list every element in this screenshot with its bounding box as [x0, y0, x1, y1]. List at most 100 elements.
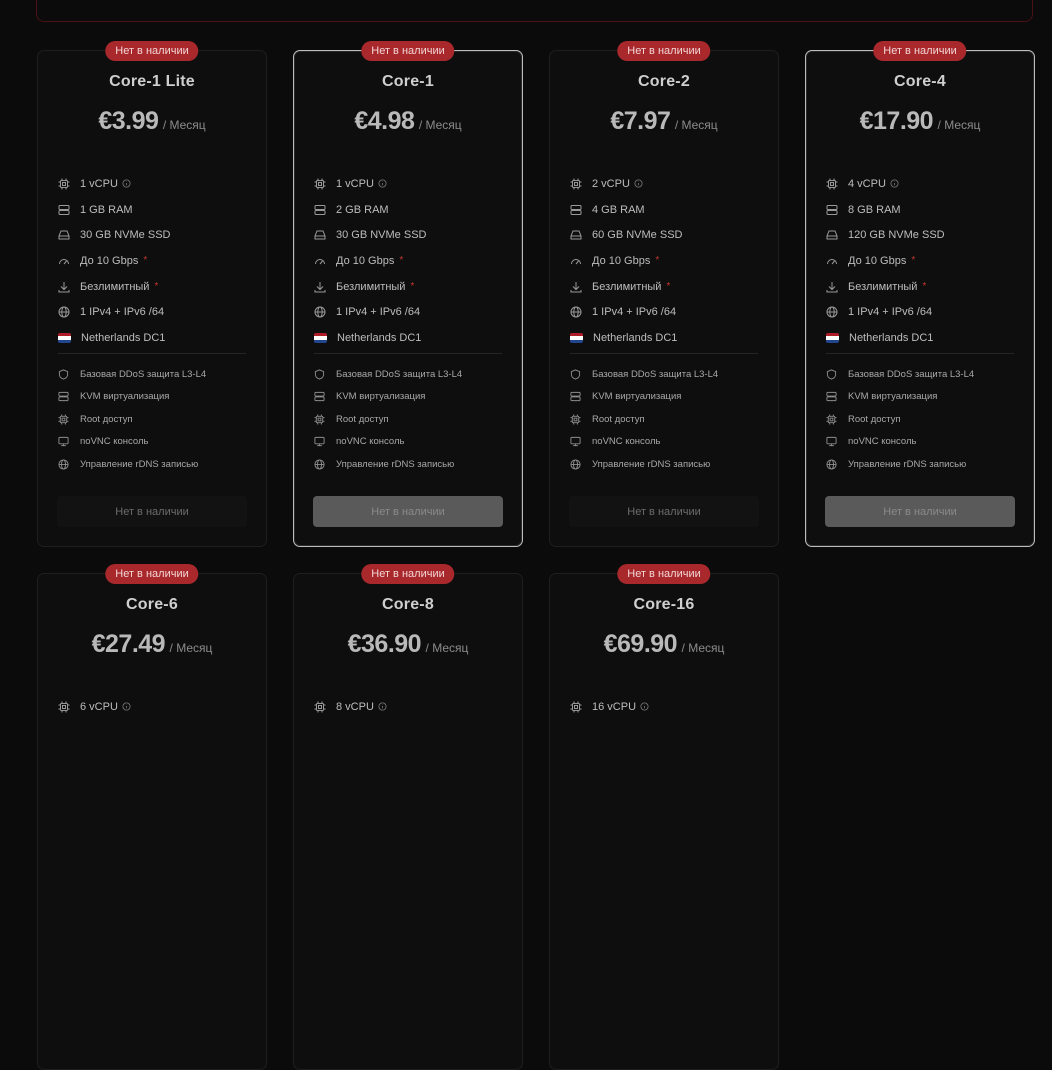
plan-card: Нет в наличии Core-1 Lite €3.99 / Месяц …: [37, 41, 267, 547]
spec-label: 1 IPv4 + IPv6 /64: [80, 306, 165, 319]
spec-label: 4 vCPU: [848, 177, 886, 190]
server-icon: [314, 204, 326, 215]
monitor-icon: [314, 437, 325, 447]
feature-label: KVM виртуализация: [848, 391, 938, 403]
price-period: / Месяц: [425, 641, 469, 655]
download-icon: [58, 281, 70, 293]
plan-card: Нет в наличии Core-6 €27.49 / Месяц 6 vC…: [37, 564, 267, 1070]
out-of-stock-badge: Нет в наличии: [105, 41, 199, 61]
plan-price: €3.99 / Месяц: [38, 107, 266, 136]
cpu-icon: [314, 178, 326, 190]
price-period: / Месяц: [937, 118, 981, 132]
price-period: / Месяц: [674, 118, 718, 132]
shield-icon: [58, 369, 69, 380]
cpu-icon: [570, 414, 581, 425]
out-of-stock-badge: Нет в наличии: [617, 564, 711, 584]
download-icon: [826, 281, 838, 293]
spec-cpu: 1 vCPU: [58, 171, 248, 197]
spec-location: Netherlands DC1: [570, 325, 760, 351]
feature-label: Root доступ: [336, 413, 389, 425]
cpu-icon: [58, 701, 70, 713]
spec-disk: 60 GB NVMe SSD: [570, 222, 760, 248]
feature-root: Root доступ: [58, 408, 253, 431]
out-of-stock-badge: Нет в наличии: [361, 41, 455, 61]
info-icon[interactable]: [122, 179, 131, 188]
out-of-stock-badge: Нет в наличии: [873, 41, 967, 61]
plan-price: €4.98 / Месяц: [294, 107, 522, 136]
feature-label: KVM виртуализация: [592, 391, 682, 403]
cpu-icon: [570, 178, 582, 190]
globe-icon: [314, 459, 325, 470]
spec-label: Безлимитный: [80, 280, 150, 293]
spec-list: 6 vCPU: [58, 694, 248, 720]
spec-ip: 1 IPv4 + IPv6 /64: [826, 299, 1016, 325]
gauge-icon: [59, 258, 69, 265]
globe-icon: [570, 306, 582, 318]
spec-label: 1 IPv4 + IPv6 /64: [336, 306, 421, 319]
spec-cpu: 2 vCPU: [570, 171, 760, 197]
out-of-stock-button[interactable]: Нет в наличии: [57, 496, 247, 527]
spec-list: 2 vCPU 4 GB RAM 60 GB NVMe SSD До 10 Gbp…: [570, 171, 760, 351]
cpu-icon: [314, 701, 326, 713]
plan-title: Core-1 Lite: [109, 73, 195, 90]
info-icon[interactable]: [378, 179, 387, 188]
cpu-icon: [58, 178, 70, 190]
hard-drive-icon: [58, 230, 70, 240]
out-of-stock-button[interactable]: Нет в наличии: [313, 496, 503, 527]
price-amount: €7.97: [610, 107, 671, 135]
globe-icon: [570, 459, 581, 470]
spec-list: 1 vCPU 1 GB RAM 30 GB NVMe SSD До 10 Gbp…: [58, 171, 248, 351]
spec-label: 16 vCPU: [592, 700, 637, 713]
feature-ddos: Базовая DDoS защита L3-L4: [570, 363, 765, 386]
spec-disk: 120 GB NVMe SSD: [826, 222, 1016, 248]
plan-price: €27.49 / Месяц: [38, 630, 266, 659]
spec-list: 1 vCPU 2 GB RAM 30 GB NVMe SSD До 10 Gbp…: [314, 171, 504, 351]
out-of-stock-badge: Нет в наличии: [617, 41, 711, 61]
globe-icon: [826, 306, 838, 318]
feature-ddos: Базовая DDoS защита L3-L4: [314, 363, 509, 386]
feature-label: Root доступ: [592, 413, 645, 425]
divider: [314, 353, 502, 354]
spec-list: 8 vCPU: [314, 694, 504, 720]
spec-label: 1 vCPU: [80, 177, 118, 190]
shield-icon: [570, 369, 581, 380]
cpu-icon: [58, 414, 69, 425]
shield-icon: [826, 369, 837, 380]
globe-icon: [314, 306, 326, 318]
spec-bandwidth: До 10 Gbps *: [314, 248, 504, 274]
hard-drive-icon: [826, 230, 838, 240]
spec-list: 4 vCPU 8 GB RAM 120 GB NVMe SSD До 10 Gb…: [826, 171, 1016, 351]
netherlands-flag-icon: [58, 332, 71, 343]
feature-root: Root доступ: [314, 408, 509, 431]
spec-list: 16 vCPU: [570, 694, 760, 720]
gauge-icon: [827, 258, 837, 265]
globe-icon: [58, 459, 69, 470]
server-icon: [58, 392, 69, 402]
spec-label: 4 GB RAM: [592, 203, 645, 216]
info-icon[interactable]: [634, 179, 643, 188]
feature-ddos: Базовая DDoS защита L3-L4: [826, 363, 1021, 386]
feature-label: Управление rDNS записью: [336, 458, 455, 470]
feature-rdns: Управление rDNS записью: [570, 453, 765, 476]
out-of-stock-badge: Нет в наличии: [361, 564, 455, 584]
spec-location: Netherlands DC1: [314, 325, 504, 351]
price-amount: €3.99: [98, 107, 159, 135]
feature-novnc: noVNC консоль: [314, 431, 509, 454]
globe-icon: [826, 459, 837, 470]
cpu-icon: [314, 414, 325, 425]
server-icon: [58, 204, 70, 215]
spec-label: 1 GB RAM: [80, 203, 133, 216]
spec-disk: 30 GB NVMe SSD: [58, 222, 248, 248]
spec-traffic: Безлимитный *: [58, 274, 248, 300]
spec-traffic: Безлимитный *: [826, 274, 1016, 300]
out-of-stock-button[interactable]: Нет в наличии: [825, 496, 1015, 527]
plan-price: €17.90 / Месяц: [806, 107, 1034, 136]
plan-card: Нет в наличии Core-8 €36.90 / Месяц 8 vC…: [293, 564, 523, 1070]
feature-list: Базовая DDoS защита L3-L4 KVM виртуализа…: [570, 363, 765, 476]
feature-kvm: KVM виртуализация: [570, 386, 765, 409]
out-of-stock-button[interactable]: Нет в наличии: [569, 496, 759, 527]
hard-drive-icon: [570, 230, 582, 240]
feature-kvm: KVM виртуализация: [826, 386, 1021, 409]
info-icon[interactable]: [890, 179, 899, 188]
spec-label: До 10 Gbps: [592, 254, 651, 267]
